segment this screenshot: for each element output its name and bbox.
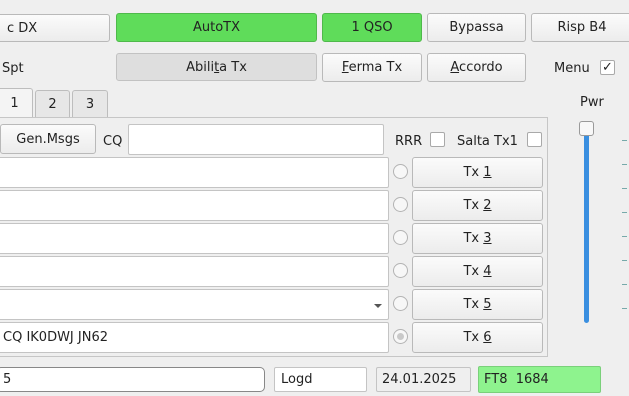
status-left-field: 5: [0, 367, 265, 392]
rrr-checkbox[interactable]: [430, 132, 445, 147]
tx4-message-field[interactable]: [0, 256, 389, 287]
tx4-label: Tx 4: [463, 264, 492, 279]
tx3-radio[interactable]: [393, 230, 408, 245]
pwr-slider[interactable]: [576, 118, 600, 328]
tx4-button[interactable]: Tx 4: [412, 256, 543, 287]
tab-1-label: 1: [10, 96, 19, 111]
tab-2[interactable]: 2: [35, 90, 70, 118]
menu-label: Menu: [554, 60, 590, 76]
tx2-radio[interactable]: [393, 197, 408, 212]
risp-b4-label: Risp B4: [557, 20, 607, 35]
date-status: 24.01.2025: [376, 367, 471, 392]
date-text: 24.01.2025: [382, 372, 457, 387]
dx-call-label: c DX: [7, 20, 38, 36]
gen-msgs-button[interactable]: Gen.Msgs: [0, 124, 96, 154]
chevron-down-icon[interactable]: [373, 300, 383, 310]
tx3-button[interactable]: Tx 3: [412, 223, 543, 254]
logd-status: Logd: [274, 367, 367, 392]
pwr-slider-track: [584, 128, 589, 323]
status-left-text: 5: [3, 372, 12, 387]
salta-tx1-checkbox[interactable]: [527, 132, 542, 147]
cq-input[interactable]: [128, 124, 384, 155]
tx6-radio[interactable]: [393, 329, 408, 344]
tab-3[interactable]: 3: [72, 90, 108, 118]
tx5-button[interactable]: Tx 5: [412, 289, 543, 320]
spt-label: Spt: [2, 60, 24, 76]
menu-checkbox[interactable]: ✓: [600, 60, 615, 75]
tab-2-label: 2: [48, 97, 57, 112]
tx3-label: Tx 3: [463, 231, 492, 246]
tx5-radio[interactable]: [393, 296, 408, 311]
one-qso-label: 1 QSO: [351, 20, 393, 35]
rrr-label: RRR: [395, 133, 423, 149]
bypassa-button[interactable]: Bypassa: [427, 13, 526, 42]
bypassa-label: Bypassa: [449, 20, 504, 35]
tx2-button[interactable]: Tx 2: [412, 190, 543, 221]
autotx-label: AutoTX: [192, 20, 241, 35]
mode-text: FT8 1684: [484, 372, 549, 387]
gen-msgs-label: Gen.Msgs: [16, 131, 80, 147]
ferma-tx-button[interactable]: Ferma Tx: [322, 53, 422, 82]
pwr-label: Pwr: [580, 94, 604, 110]
accordo-button[interactable]: Accordo: [427, 53, 526, 82]
tx1-radio[interactable]: [393, 164, 408, 179]
dx-call-button[interactable]: c DX: [0, 14, 110, 42]
logd-text: Logd: [281, 372, 313, 387]
autotx-button[interactable]: AutoTX: [116, 13, 317, 42]
tx6-message-text: CQ IK0DWJ JN62: [3, 330, 109, 345]
one-qso-button[interactable]: 1 QSO: [322, 13, 422, 42]
pwr-slider-handle[interactable]: [579, 121, 594, 136]
tx6-label: Tx 6: [463, 330, 492, 345]
pwr-slider-ticks: [622, 140, 629, 330]
tx2-label: Tx 2: [463, 198, 492, 213]
mode-status: FT8 1684: [478, 366, 601, 393]
accordo-label: Accordo: [450, 60, 503, 75]
tab-3-label: 3: [85, 97, 95, 112]
abilita-tx-button[interactable]: Abilita Tx: [116, 53, 317, 81]
abilita-tx-label: Abilita Tx: [186, 59, 247, 75]
risp-b4-button[interactable]: Risp B4: [531, 13, 629, 42]
tx1-label: Tx 1: [463, 165, 492, 180]
tx4-radio[interactable]: [393, 263, 408, 278]
tx5-label: Tx 5: [463, 297, 492, 312]
tx1-button[interactable]: Tx 1: [412, 157, 543, 188]
tx6-button[interactable]: Tx 6: [412, 322, 543, 353]
cq-label: CQ: [103, 133, 123, 149]
tx6-message-field[interactable]: CQ IK0DWJ JN62: [0, 322, 389, 353]
ferma-tx-label: Ferma Tx: [341, 60, 403, 75]
tx5-message-combo[interactable]: [0, 289, 389, 320]
tx1-message-field[interactable]: [0, 157, 389, 188]
tx3-message-field[interactable]: [0, 223, 389, 254]
salta-tx1-label: Salta Tx1: [457, 133, 518, 149]
tab-1[interactable]: 1: [0, 88, 33, 118]
tx2-message-field[interactable]: [0, 190, 389, 221]
